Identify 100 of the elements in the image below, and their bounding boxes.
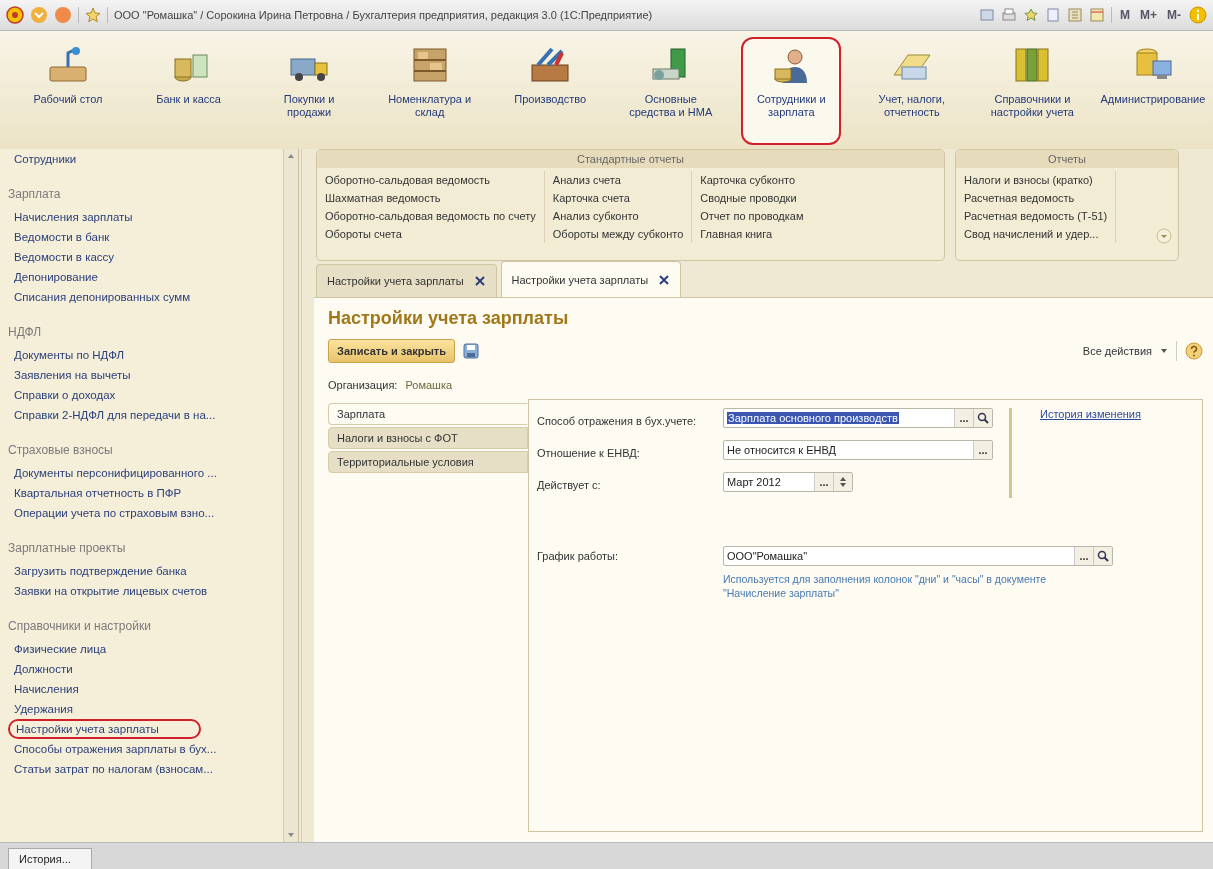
section-button[interactable]: Банк и касса bbox=[138, 37, 239, 145]
field-label: Действует с: bbox=[537, 478, 601, 493]
report-link[interactable]: Отчет по проводкам bbox=[700, 207, 804, 225]
window-icon[interactable] bbox=[979, 7, 995, 23]
nav-link[interactable]: Депонирование bbox=[0, 267, 106, 287]
nav-link[interactable]: Операции учета по страховым взно... bbox=[0, 503, 223, 523]
report-link[interactable]: Оборотно-сальдовая ведомость bbox=[325, 171, 536, 189]
input-field[interactable]: Март 2012 ... bbox=[723, 472, 853, 492]
nav-link[interactable]: Заявления на вычеты bbox=[0, 365, 139, 385]
memory-button[interactable]: M bbox=[1118, 8, 1132, 22]
close-icon[interactable] bbox=[473, 275, 486, 287]
save-icon[interactable] bbox=[463, 343, 480, 359]
section-button[interactable]: Производство bbox=[500, 37, 601, 145]
nav-link[interactable]: Справки 2-НДФЛ для передачи в на... bbox=[0, 405, 224, 425]
nav-link[interactable]: Справки о доходах bbox=[0, 385, 124, 405]
save-close-button[interactable]: Записать и закрыть bbox=[328, 339, 456, 363]
nav-link[interactable]: Загрузить подтверждение банка bbox=[0, 561, 195, 581]
nav-link[interactable]: Начисления зарплаты bbox=[0, 207, 141, 227]
memory-button[interactable]: M+ bbox=[1138, 8, 1159, 22]
history-button[interactable]: История... bbox=[8, 848, 92, 869]
section-button[interactable]: Администрирование bbox=[1102, 37, 1203, 145]
page-tab[interactable]: Территориальные условия bbox=[328, 451, 528, 473]
group-heading: Зарплата bbox=[8, 187, 62, 201]
document-icon[interactable] bbox=[1045, 7, 1061, 23]
choice-button[interactable]: ... bbox=[814, 473, 833, 491]
report-link[interactable]: Анализ субконто bbox=[552, 207, 684, 225]
field-label: Отношение к ЕНВД: bbox=[537, 446, 640, 461]
close-icon[interactable] bbox=[658, 273, 671, 286]
nav-link[interactable]: Списания депонированных сумм bbox=[0, 287, 199, 307]
logo-icon[interactable] bbox=[6, 6, 24, 24]
nav-link[interactable]: Должности bbox=[0, 659, 81, 679]
calendar-icon[interactable] bbox=[1089, 7, 1105, 23]
group-heading: НДФЛ bbox=[8, 325, 43, 339]
report-link[interactable]: Свод начислений и удер... bbox=[964, 225, 1108, 243]
nav-link[interactable]: Документы персонифицированного ... bbox=[0, 463, 225, 483]
nav-link[interactable]: Заявки на открытие лицевых счетов bbox=[0, 581, 216, 601]
form-title: Настройки учета зарплаты bbox=[328, 308, 570, 329]
section-button[interactable]: Учет, налоги, отчетность bbox=[861, 37, 962, 145]
page-tab[interactable]: Зарплата bbox=[328, 403, 528, 425]
star-icon[interactable] bbox=[85, 7, 101, 23]
choice-button[interactable]: ... bbox=[954, 409, 973, 427]
report-link[interactable]: Обороты между субконто bbox=[552, 225, 684, 243]
input-field[interactable]: Зарплата основного производств ... bbox=[723, 408, 993, 428]
search-button[interactable] bbox=[973, 409, 992, 427]
window-title: ООО "Ромашка" / Сорокина Ирина Петровна / Бухгалтерия предприятия, редакция 3.0 (1С:Предприятие) bbox=[114, 9, 654, 21]
input-field[interactable]: ООО"Ромашка" ... bbox=[723, 546, 1113, 566]
expand-icon[interactable] bbox=[1156, 228, 1172, 244]
menu-icon[interactable] bbox=[30, 6, 48, 24]
desk-lamp-icon bbox=[46, 45, 90, 85]
nav-link[interactable]: Квартальная отчетность в ПФР bbox=[0, 483, 190, 503]
section-button[interactable]: Номенклатура и склад bbox=[379, 37, 480, 145]
panel-title: Отчеты bbox=[956, 150, 1178, 168]
nav-link[interactable]: Статьи затрат по налогам (взносам... bbox=[0, 759, 221, 779]
section-button[interactable]: Сотрудники и зарплата bbox=[741, 37, 842, 145]
up-down-arrows-icon bbox=[839, 476, 847, 488]
help-icon[interactable] bbox=[1185, 342, 1203, 360]
report-link[interactable]: Шахматная ведомость bbox=[325, 189, 536, 207]
section-button[interactable]: Рабочий стол bbox=[18, 37, 118, 145]
section-button[interactable]: Покупки и продажи bbox=[259, 37, 360, 145]
dropdown-caret-icon[interactable] bbox=[1160, 347, 1168, 355]
report-link[interactable]: Главная книга bbox=[700, 225, 804, 243]
history-link[interactable]: История изменения bbox=[1040, 408, 1141, 420]
report-link[interactable]: Налоги и взносы (кратко) bbox=[964, 171, 1108, 189]
star-icon[interactable] bbox=[1023, 7, 1039, 23]
group-heading: Страховые взносы bbox=[8, 443, 114, 457]
page-tab[interactable]: Налоги и взносы с ФОТ bbox=[328, 427, 528, 449]
nav-link[interactable]: Ведомости в кассу bbox=[0, 247, 123, 267]
nav-link[interactable]: Документы по НДФЛ bbox=[0, 345, 133, 365]
form-tab[interactable]: Настройки учета зарплаты bbox=[500, 261, 682, 297]
report-link[interactable]: Обороты счета bbox=[325, 225, 536, 243]
section-button[interactable]: Основные средства и НМА bbox=[620, 37, 721, 145]
nav-link[interactable]: Сотрудники bbox=[0, 149, 85, 169]
panel-title: Стандартные отчеты bbox=[317, 150, 944, 168]
memory-button[interactable]: M- bbox=[1165, 8, 1183, 22]
section-button[interactable]: Справочники и настройки учета bbox=[982, 37, 1083, 145]
all-actions-menu[interactable]: Все действия bbox=[1082, 345, 1152, 357]
report-link[interactable]: Сводные проводки bbox=[700, 189, 804, 207]
nav-link[interactable]: Ведомости в банк bbox=[0, 227, 118, 247]
report-link[interactable]: Карточка субконто bbox=[700, 171, 804, 189]
report-link[interactable]: Расчетная ведомость (Т-51) bbox=[964, 207, 1108, 225]
nav-link[interactable]: Начисления bbox=[0, 679, 87, 699]
report-link[interactable]: Карточка счета bbox=[552, 189, 684, 207]
spin-button[interactable] bbox=[833, 473, 852, 491]
search-button[interactable] bbox=[1093, 547, 1112, 565]
report-link[interactable]: Расчетная ведомость bbox=[964, 189, 1108, 207]
nav-link[interactable]: Настройки учета зарплаты bbox=[8, 719, 201, 739]
info-icon[interactable] bbox=[1189, 6, 1207, 24]
choice-button[interactable]: ... bbox=[973, 441, 992, 459]
circle-icon[interactable] bbox=[54, 6, 72, 24]
nav-link[interactable]: Физические лица bbox=[0, 639, 115, 659]
calculator-icon[interactable] bbox=[1067, 7, 1083, 23]
report-link[interactable]: Анализ счета bbox=[552, 171, 684, 189]
print-icon[interactable] bbox=[1001, 7, 1017, 23]
report-link[interactable]: Оборотно-сальдовая ведомость по счету bbox=[325, 207, 536, 225]
input-field[interactable]: Не относится к ЕНВД ... bbox=[723, 440, 993, 460]
nav-link[interactable]: Удержания bbox=[0, 699, 81, 719]
form-tab[interactable]: Настройки учета зарплаты bbox=[316, 264, 497, 297]
tab-label: Настройки учета зарплаты bbox=[511, 273, 649, 286]
nav-link[interactable]: Способы отражения зарплаты в бух... bbox=[0, 739, 225, 759]
choice-button[interactable]: ... bbox=[1074, 547, 1093, 565]
